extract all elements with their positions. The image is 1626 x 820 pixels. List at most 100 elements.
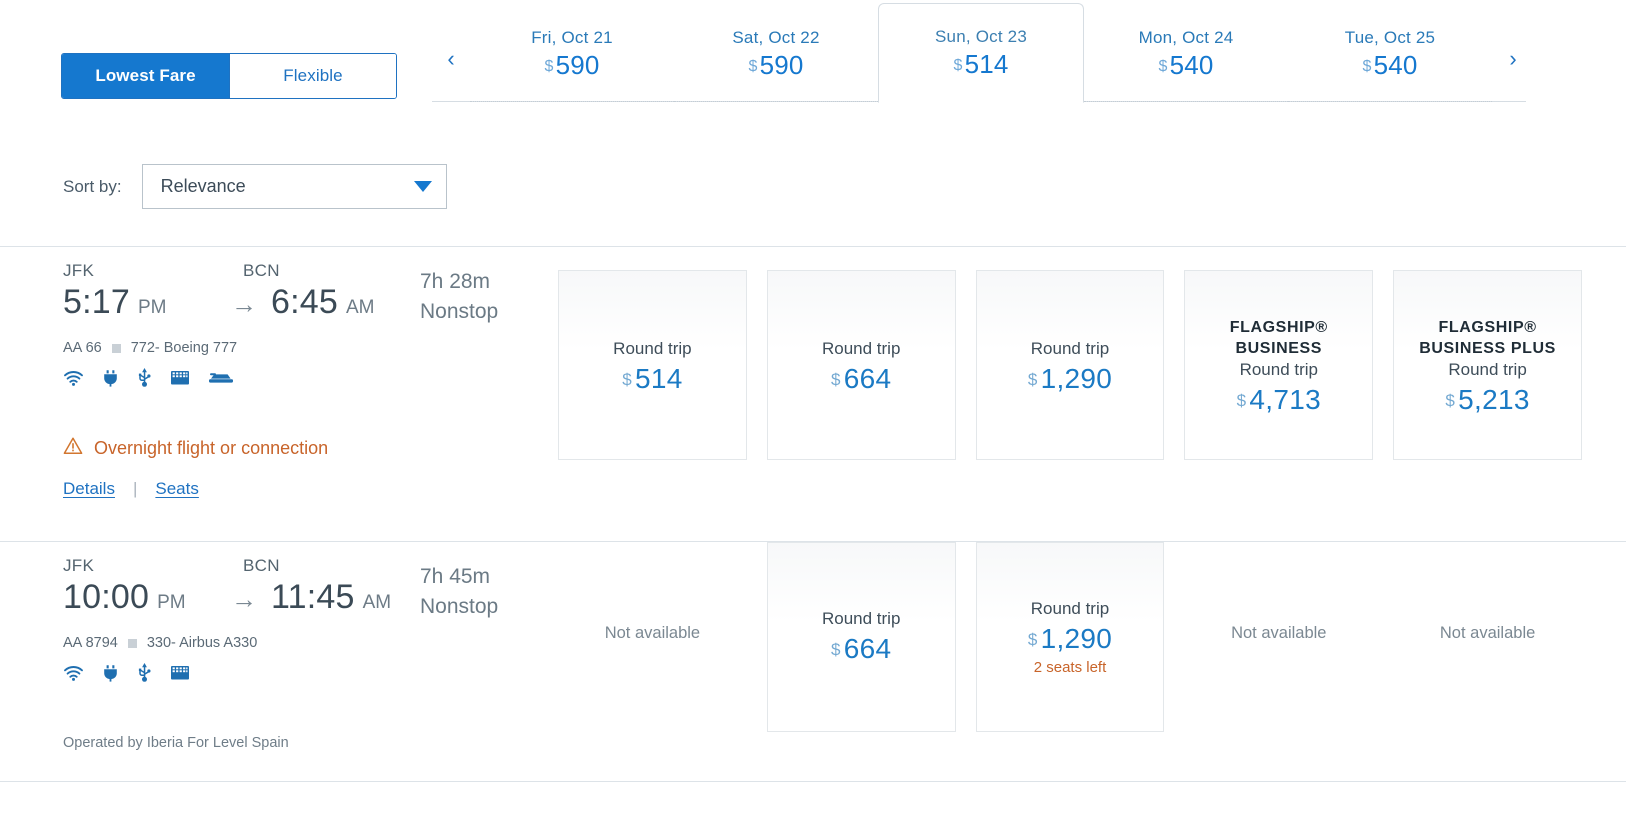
fare-type-lowest-fare-label: Lowest Fare [95,66,195,86]
fare-cell-business: Not available [1184,542,1373,732]
fare-card[interactable]: Round trip $1,290 2 seats left [976,542,1165,732]
power-outlet-icon [102,369,119,387]
date-tab-price-value: 514 [965,49,1009,79]
wifi-icon [63,370,84,386]
departure-meridiem: PM [138,297,167,319]
arrival-time: 11:45 AM [271,578,391,617]
date-tab-fri-oct-21[interactable]: Fri, Oct 21 $590 [470,10,674,102]
fare-type-flexible[interactable]: Flexible [229,54,396,98]
fare-price-value: 1,290 [1041,623,1113,654]
fare-cell-premium-economy: Round trip $1,290 [976,270,1165,460]
warning-triangle-icon [63,437,83,460]
arrival-meridiem: AM [346,297,375,319]
fare-card[interactable]: Round trip $514 [558,270,747,460]
wifi-icon [63,665,84,681]
usb-port-icon [137,663,152,682]
currency-symbol: $ [544,58,553,75]
departure-time: 5:17 PM [63,283,231,322]
departure-meridiem: PM [157,592,186,614]
departure-time-value: 10:00 [63,578,149,617]
entertainment-icon [170,664,190,681]
sort-by-value: Relevance [161,176,414,197]
fare-price: $1,290 [1028,363,1112,395]
date-tab-price: $514 [953,49,1008,80]
currency-symbol: $ [1362,58,1371,75]
fare-type-toggle[interactable]: Lowest Fare Flexible [61,53,397,99]
aircraft-type: 772- Boeing 777 [131,340,237,356]
fare-card[interactable]: Round trip $1,290 [976,270,1165,460]
fare-trip-type: Round trip [1031,339,1109,359]
fare-price-value: 514 [635,363,683,394]
fare-cells: Round trip $514 Round trip $664 Round tr… [558,270,1582,460]
fare-cell-premium-economy: Round trip $1,290 2 seats left [976,542,1165,732]
amenity-icons [63,368,543,387]
fare-trip-type: Round trip [822,609,900,629]
duration-value: 7h 28m [420,267,550,297]
fare-cell-basic-economy: Not available [558,542,747,732]
fare-cells: Not available Round trip $664 Round trip… [558,542,1582,732]
currency-symbol: $ [1445,391,1455,410]
flight-duration: 7h 45m Nonstop [420,562,550,623]
fare-price-value: 4,713 [1249,384,1321,415]
fare-price-value: 5,213 [1458,384,1530,415]
date-tab-label: Sat, Oct 22 [732,28,819,48]
date-tab-tue-oct-25[interactable]: Tue, Oct 25 $540 [1288,10,1492,102]
sort-by-select[interactable]: Relevance [142,164,447,209]
details-link[interactable]: Details [63,479,115,499]
currency-symbol: $ [1028,630,1038,649]
overnight-warning: Overnight flight or connection [63,437,328,460]
seats-left-badge: 2 seats left [1034,659,1107,676]
fare-card[interactable]: FLAGSHIP® BUSINESS PLUS Round trip $5,21… [1393,270,1582,460]
date-tabs: Fri, Oct 21 $590 Sat, Oct 22 $590 Sun, O… [470,10,1492,102]
sort-by-control: Sort by: Relevance [63,164,447,209]
duration-value: 7h 45m [420,562,550,592]
fare-trip-type: Round trip [1240,360,1318,380]
origin-code: JFK [63,261,243,281]
date-tab-label: Fri, Oct 21 [531,28,613,48]
arrival-time-value: 11:45 [271,578,355,617]
date-tab-price-value: 540 [1170,50,1214,80]
date-tab-price-value: 590 [556,50,600,80]
date-tab-sun-oct-23-selected[interactable]: Sun, Oct 23 $514 [878,3,1084,103]
currency-symbol: $ [831,640,841,659]
currency-symbol: $ [1028,370,1038,389]
fare-type-lowest-fare[interactable]: Lowest Fare [62,54,229,98]
date-tab-price: $590 [748,50,803,81]
date-tab-price: $540 [1158,50,1213,81]
flight-row: JFK BCN 5:17 PM → 6:45 AM AA 66 772- Boe… [0,247,1626,542]
fare-card[interactable]: Round trip $664 [767,270,956,460]
currency-symbol: $ [622,370,632,389]
fare-cell-main-cabin: Round trip $664 [767,542,956,732]
date-tab-label: Sun, Oct 23 [935,27,1027,47]
fare-trip-type: Round trip [1031,599,1109,619]
date-tab-mon-oct-24[interactable]: Mon, Oct 24 $540 [1084,10,1288,102]
flight-meta: AA 66 772- Boeing 777 [63,340,543,356]
fare-brand-name: FLAGSHIP® BUSINESS [1185,318,1372,360]
date-tab-price-value: 540 [1374,50,1418,80]
date-tab-sat-oct-22[interactable]: Sat, Oct 22 $590 [674,10,878,102]
flight-duration: 7h 28m Nonstop [420,267,550,328]
fare-cell-premier: FLAGSHIP® BUSINESS PLUS Round trip $5,21… [1393,270,1582,460]
fare-card[interactable]: Round trip $664 [767,542,956,732]
flight-action-links: Details | Seats [63,479,199,499]
fare-brand-name: FLAGSHIP® BUSINESS PLUS [1394,318,1581,360]
currency-symbol: $ [1237,391,1247,410]
lie-flat-seat-icon [208,371,234,385]
fare-type-flexible-label: Flexible [283,66,342,86]
flight-row: JFK BCN 10:00 PM → 11:45 AM AA 8794 330-… [0,542,1626,782]
seats-link[interactable]: Seats [155,479,198,499]
chevron-right-icon[interactable]: › [1500,44,1526,74]
fare-cell-main-cabin: Round trip $664 [767,270,956,460]
chevron-left-icon[interactable]: ‹ [438,44,464,74]
arrival-meridiem: AM [363,592,392,614]
fare-not-available: Not available [1184,542,1373,643]
aircraft-type: 330- Airbus A330 [147,635,257,651]
sort-and-cabin-header: Sort by: Relevance Basic Economy Main Ca… [0,112,1626,247]
caret-down-icon [414,181,432,192]
date-tab-label: Tue, Oct 25 [1345,28,1435,48]
overnight-warning-text: Overnight flight or connection [94,438,328,459]
departure-time-value: 5:17 [63,283,130,322]
fare-card[interactable]: FLAGSHIP® BUSINESS Round trip $4,713 [1184,270,1373,460]
currency-symbol: $ [831,370,841,389]
destination-code: BCN [243,261,280,281]
